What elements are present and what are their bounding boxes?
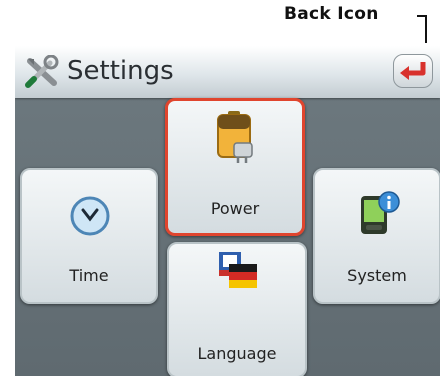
- language-tile[interactable]: Language: [167, 242, 307, 376]
- tools-icon: [25, 55, 59, 88]
- time-label: Time: [69, 266, 109, 285]
- flags-icon: [219, 252, 257, 288]
- system-tile[interactable]: System: [313, 168, 440, 304]
- pda-info-icon: [361, 191, 400, 234]
- header-bar: Settings: [15, 46, 440, 98]
- back-button[interactable]: [393, 54, 433, 88]
- power-tile[interactable]: Power: [165, 98, 305, 236]
- back-arrow-icon: [400, 62, 426, 80]
- power-label: Power: [210, 199, 260, 218]
- settings-screen: Settings Time Power System Language: [15, 46, 440, 376]
- battery-plug-icon: [217, 111, 253, 163]
- page-title: Settings: [67, 56, 174, 86]
- time-tile[interactable]: Time: [20, 168, 158, 304]
- back-icon-callout: Back Icon: [284, 4, 379, 24]
- callout-leader-line: [417, 15, 427, 43]
- system-label: System: [347, 266, 407, 285]
- clock-icon: [70, 196, 110, 236]
- language-label: Language: [197, 344, 277, 363]
